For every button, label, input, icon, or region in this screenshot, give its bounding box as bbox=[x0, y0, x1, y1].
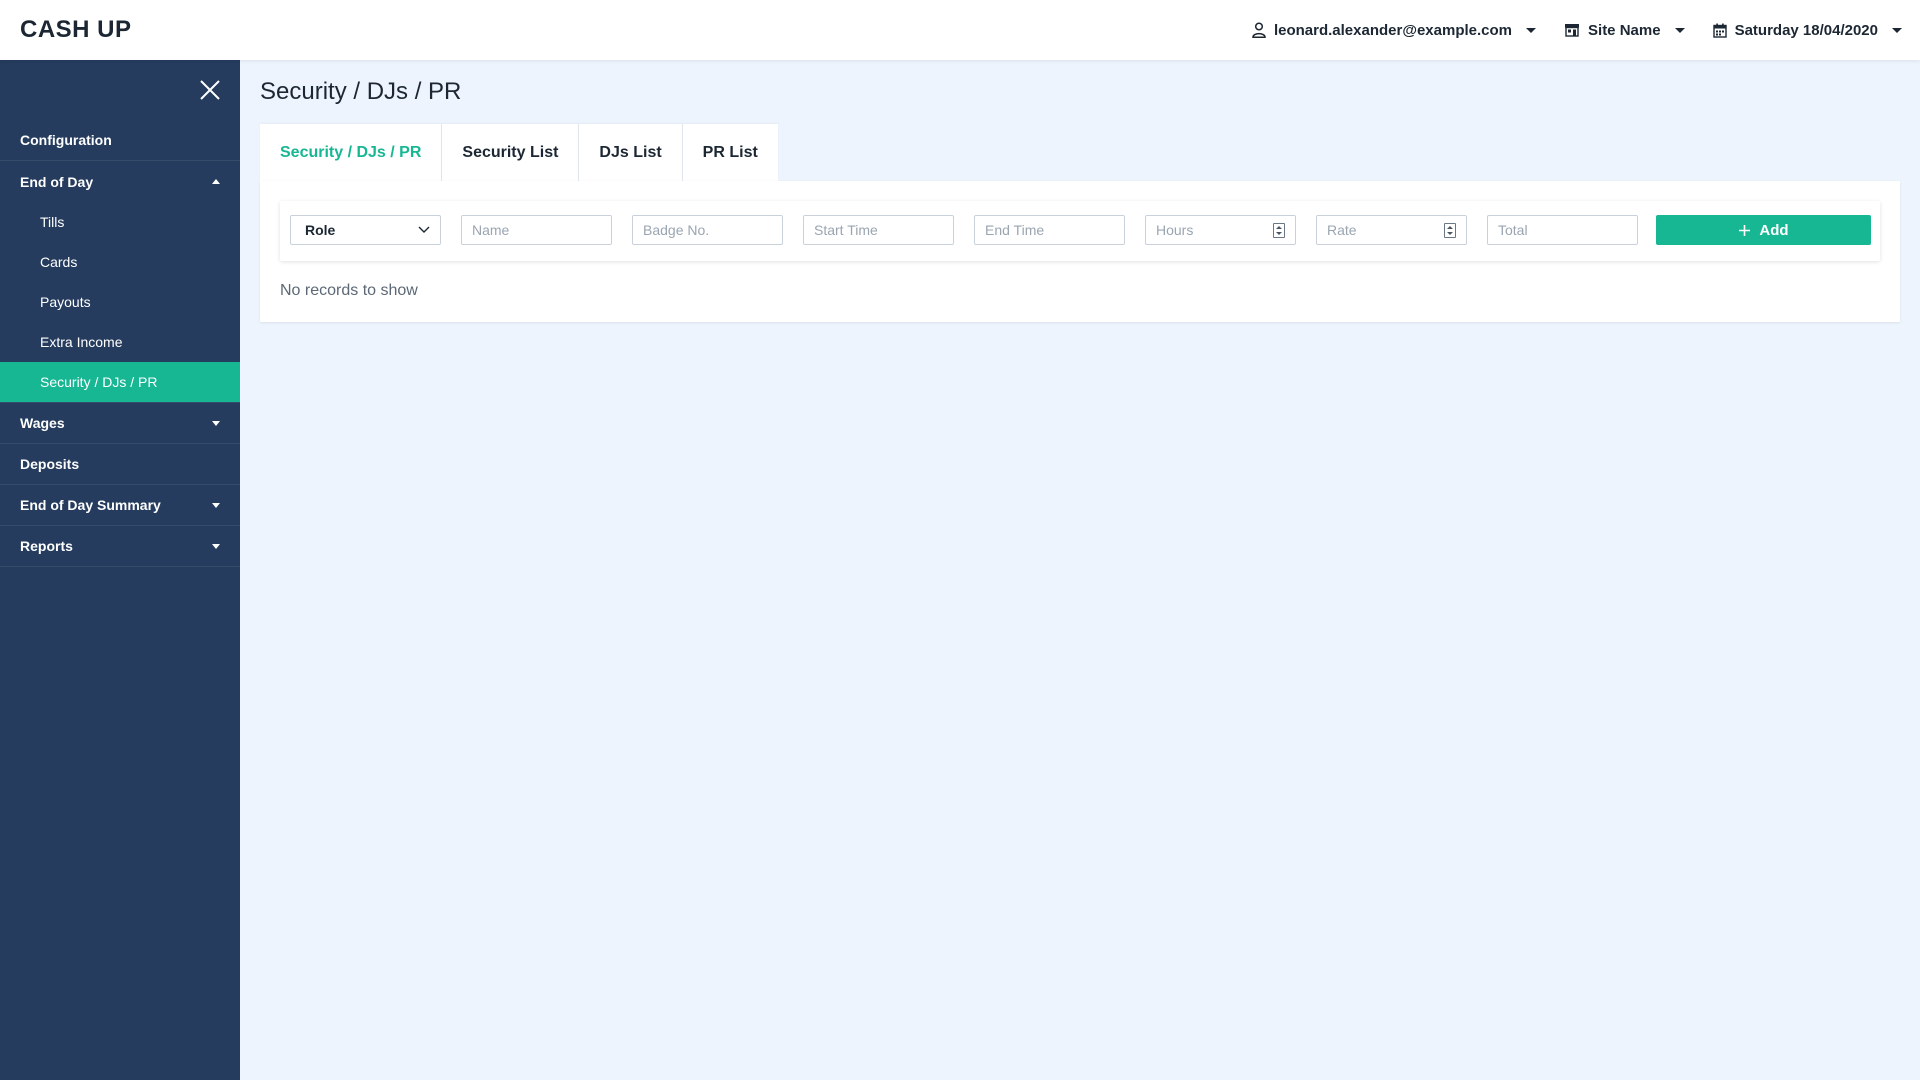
chevron-down-icon bbox=[212, 502, 220, 508]
sidebar-item-label: End of Day bbox=[20, 173, 94, 190]
rate-field-wrapper bbox=[1316, 215, 1467, 245]
name-input[interactable] bbox=[462, 216, 611, 244]
start-time-input[interactable] bbox=[804, 216, 953, 244]
sidebar-item-label: Security / DJs / PR bbox=[40, 374, 158, 390]
badge-number-input[interactable] bbox=[633, 216, 782, 244]
sidebar-item-label: Tills bbox=[40, 214, 65, 230]
sidebar-item-tills[interactable]: Tills bbox=[0, 202, 240, 242]
add-button[interactable]: Add bbox=[1656, 215, 1871, 245]
calendar-icon bbox=[1712, 23, 1727, 38]
sidebar-item-label: Reports bbox=[20, 538, 73, 554]
site-name: Site Name bbox=[1588, 21, 1661, 39]
name-field-wrapper bbox=[461, 215, 612, 245]
role-select[interactable]: Role bbox=[290, 215, 441, 245]
sidebar-item-label: Extra Income bbox=[40, 334, 123, 350]
sidebar-item-wages[interactable]: Wages bbox=[0, 403, 240, 444]
end-time-field-wrapper bbox=[974, 215, 1125, 245]
total-field-wrapper bbox=[1487, 215, 1638, 245]
top-bar: CASH UP leonard.alexander@example.com Si… bbox=[0, 0, 1920, 60]
tab-djs-list[interactable]: DJs List bbox=[579, 124, 683, 181]
stepper-down-icon bbox=[1276, 232, 1282, 236]
role-select-value: Role bbox=[305, 222, 336, 238]
hours-stepper[interactable] bbox=[1273, 223, 1285, 238]
sidebar-item-label: Payouts bbox=[40, 294, 91, 310]
stepper-down-icon bbox=[1447, 232, 1453, 236]
chevron-down-icon bbox=[212, 543, 220, 549]
stepper-up-icon bbox=[1447, 225, 1453, 229]
close-icon bbox=[200, 80, 220, 100]
tab-bar: Security / DJs / PR Security List DJs Li… bbox=[260, 124, 778, 181]
user-menu[interactable]: leonard.alexander@example.com bbox=[1252, 21, 1537, 39]
tab-security-list[interactable]: Security List bbox=[442, 124, 580, 181]
tab-pr-list[interactable]: PR List bbox=[682, 124, 778, 181]
user-email: leonard.alexander@example.com bbox=[1273, 21, 1513, 39]
app-title: CASH UP bbox=[20, 16, 132, 43]
sidebar-group-end-of-day: End of Day Tills Cards Payouts Extra Inc… bbox=[0, 161, 240, 403]
store-icon bbox=[1564, 23, 1580, 37]
stepper-up-icon bbox=[1276, 225, 1282, 229]
chevron-down-icon bbox=[1526, 27, 1537, 33]
plus-icon bbox=[1739, 224, 1751, 236]
sidebar-nav: Configuration End of Day Tills Cards Pay… bbox=[0, 120, 240, 567]
rate-stepper[interactable] bbox=[1444, 223, 1456, 238]
close-sidebar-button[interactable] bbox=[198, 78, 222, 102]
badge-field-wrapper bbox=[632, 215, 783, 245]
date-menu[interactable]: Saturday 18/04/2020 bbox=[1712, 21, 1902, 39]
sidebar-item-extra-income[interactable]: Extra Income bbox=[0, 322, 240, 362]
sidebar-item-configuration[interactable]: Configuration bbox=[0, 120, 240, 161]
sidebar-item-label: End of Day Summary bbox=[20, 497, 161, 513]
page-title: Security / DJs / PR bbox=[260, 78, 462, 105]
start-time-field-wrapper bbox=[803, 215, 954, 245]
hours-field-wrapper bbox=[1145, 215, 1296, 245]
add-button-label: Add bbox=[1759, 221, 1789, 239]
sidebar-item-label: Wages bbox=[20, 415, 65, 431]
tab-security-djs-pr[interactable]: Security / DJs / PR bbox=[260, 124, 443, 181]
sidebar-item-label: Configuration bbox=[20, 132, 112, 148]
sidebar-item-payouts[interactable]: Payouts bbox=[0, 282, 240, 322]
content-panel: Role Name Badge No. Start Time End Time … bbox=[260, 181, 1900, 322]
total-input[interactable] bbox=[1488, 216, 1637, 244]
sidebar: Configuration End of Day Tills Cards Pay… bbox=[0, 60, 240, 1080]
chevron-down-icon bbox=[1674, 27, 1685, 33]
chevron-down-icon bbox=[212, 420, 220, 426]
header-controls: leonard.alexander@example.com Site Name … bbox=[1252, 0, 1902, 60]
sidebar-item-label: Deposits bbox=[20, 456, 80, 472]
sidebar-item-label: Cards bbox=[40, 254, 78, 270]
sidebar-item-security-djs-pr[interactable]: Security / DJs / PR bbox=[0, 362, 240, 402]
end-time-input[interactable] bbox=[975, 216, 1124, 244]
user-icon bbox=[1252, 22, 1266, 38]
chevron-up-icon bbox=[212, 179, 220, 184]
empty-state-message: No records to show bbox=[280, 282, 418, 299]
sidebar-item-end-of-day-summary[interactable]: End of Day Summary bbox=[0, 485, 240, 526]
site-menu[interactable]: Site Name bbox=[1564, 22, 1685, 39]
sidebar-item-cards[interactable]: Cards bbox=[0, 242, 240, 282]
sidebar-item-end-of-day[interactable]: End of Day bbox=[0, 161, 240, 202]
sidebar-item-deposits[interactable]: Deposits bbox=[0, 444, 240, 485]
chevron-down-icon bbox=[1892, 27, 1902, 33]
entry-form: Role Name Badge No. Start Time End Time … bbox=[280, 201, 1880, 261]
sidebar-item-reports[interactable]: Reports bbox=[0, 526, 240, 567]
chevron-down-icon bbox=[418, 226, 430, 233]
current-date: Saturday 18/04/2020 bbox=[1734, 21, 1878, 39]
